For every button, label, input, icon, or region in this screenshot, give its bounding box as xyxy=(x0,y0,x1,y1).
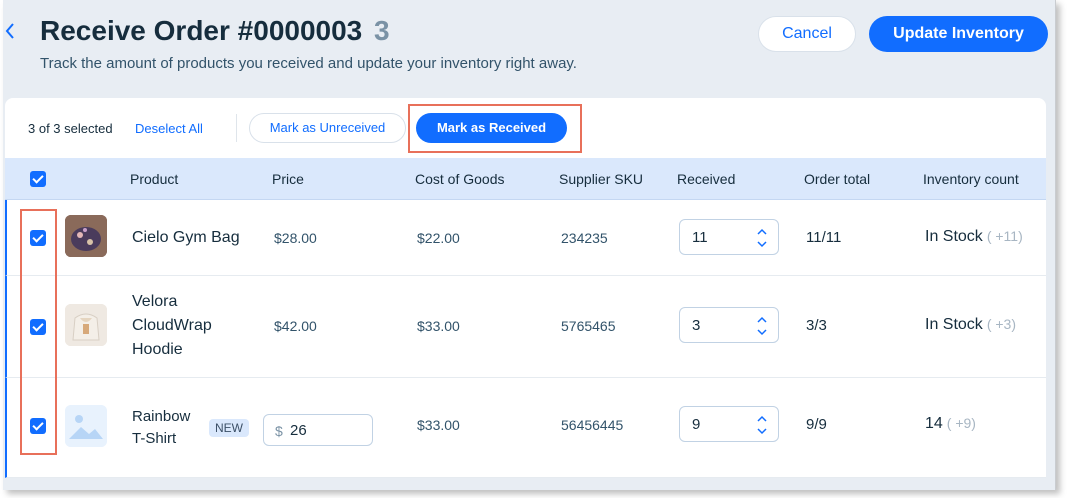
received-quantity-stepper[interactable]: 3 xyxy=(679,307,779,343)
image-placeholder-icon xyxy=(65,405,107,447)
product-thumbnail xyxy=(65,215,107,257)
cancel-button[interactable]: Cancel xyxy=(758,16,856,52)
chevron-left-icon xyxy=(5,23,14,39)
receive-table-card: 3 of 3 selected Deselect All Mark as Unr… xyxy=(5,98,1046,478)
mark-unreceived-button[interactable]: Mark as Unreceived xyxy=(249,113,406,143)
product-name: Velora CloudWrap Hoodie xyxy=(132,290,212,362)
cost-of-goods: $33.00 xyxy=(417,417,460,433)
select-all-checkbox[interactable] xyxy=(30,171,46,187)
table-row[interactable]: Velora CloudWrap Hoodie $42.00 $33.00 57… xyxy=(5,276,1046,378)
inventory-status: In Stock xyxy=(925,316,983,333)
product-name-line: Velora xyxy=(132,293,178,310)
table-header: Product Price Cost of Goods Supplier SKU… xyxy=(5,158,1046,200)
selected-count: 3 of 3 selected xyxy=(28,121,113,136)
mark-received-button[interactable]: Mark as Received xyxy=(416,113,567,143)
product-name-line: Hoodie xyxy=(132,341,183,358)
deselect-all-link[interactable]: Deselect All xyxy=(135,121,203,136)
received-value: 3 xyxy=(692,317,701,334)
page-frame: Receive Order #0000003 3 Track the amoun… xyxy=(3,0,1056,490)
gym-bag-image xyxy=(65,215,107,257)
order-total: 9/9 xyxy=(806,416,827,433)
inventory-status: 14 xyxy=(925,415,943,432)
column-header-cost: Cost of Goods xyxy=(415,171,505,187)
inventory-delta: ( +11) xyxy=(986,228,1023,244)
item-count: 3 xyxy=(374,15,390,46)
product-name: Cielo Gym Bag xyxy=(132,229,240,246)
currency-symbol: $ xyxy=(275,423,283,439)
column-header-price: Price xyxy=(272,171,304,187)
table-row[interactable]: Rainbow T-Shirt NEW $ 26 $33.00 56456445… xyxy=(5,378,1046,478)
column-header-product: Product xyxy=(130,171,179,187)
product-name-line: T-Shirt xyxy=(132,430,177,447)
column-header-inventory: Inventory count xyxy=(923,171,1019,187)
product-thumbnail xyxy=(65,304,107,346)
price: $42.00 xyxy=(274,318,317,334)
column-header-order-total: Order total xyxy=(804,171,871,187)
received-quantity-stepper[interactable]: 11 xyxy=(679,219,779,255)
cost-of-goods: $33.00 xyxy=(417,318,460,334)
price: $28.00 xyxy=(274,230,317,246)
row-checkbox[interactable] xyxy=(30,319,46,335)
supplier-sku: 56456445 xyxy=(561,417,624,433)
product-thumbnail xyxy=(65,405,107,447)
bulk-action-toolbar: 3 of 3 selected Deselect All Mark as Unr… xyxy=(5,98,1046,158)
price-value: 26 xyxy=(290,422,307,439)
inventory-delta: ( +3) xyxy=(986,316,1016,332)
received-quantity-stepper[interactable]: 9 xyxy=(679,406,779,442)
page-title: Receive Order #0000003 3 xyxy=(40,15,390,47)
order-total: 11/11 xyxy=(806,229,842,246)
product-name-line: Rainbow xyxy=(132,408,191,425)
supplier-sku: 234235 xyxy=(561,230,608,246)
received-value: 9 xyxy=(692,416,701,433)
column-header-received: Received xyxy=(677,171,736,187)
new-badge: NEW xyxy=(209,419,249,437)
cost-of-goods: $22.00 xyxy=(417,230,460,246)
page-subtitle: Track the amount of products you receive… xyxy=(40,55,577,72)
row-checkbox[interactable] xyxy=(30,418,46,434)
inventory-count: 14( +9) xyxy=(925,415,976,433)
stepper-arrows-icon[interactable] xyxy=(756,412,768,438)
row-checkbox[interactable] xyxy=(30,230,46,246)
column-header-sku: Supplier SKU xyxy=(559,171,644,187)
product-name: Rainbow T-Shirt xyxy=(132,406,190,450)
toolbar-divider xyxy=(236,114,237,142)
inventory-delta: ( +9) xyxy=(946,415,976,431)
page-title-text: Receive Order #0000003 xyxy=(40,15,363,46)
order-total: 3/3 xyxy=(806,317,827,334)
update-inventory-button[interactable]: Update Inventory xyxy=(869,16,1048,52)
inventory-status: In Stock xyxy=(925,228,983,245)
hoodie-image xyxy=(65,304,107,346)
inventory-count: In Stock( +11) xyxy=(925,228,1023,246)
table-row[interactable]: Cielo Gym Bag $28.00 $22.00 234235 11 11… xyxy=(5,200,1046,276)
stepper-arrows-icon[interactable] xyxy=(756,313,768,339)
inventory-count: In Stock( +3) xyxy=(925,316,1016,334)
supplier-sku: 5765465 xyxy=(561,318,616,334)
stepper-arrows-icon[interactable] xyxy=(756,225,768,251)
back-button[interactable] xyxy=(5,22,19,44)
price-input[interactable]: $ 26 xyxy=(263,414,373,446)
product-name-line: CloudWrap xyxy=(132,317,212,334)
received-value: 11 xyxy=(692,229,708,246)
